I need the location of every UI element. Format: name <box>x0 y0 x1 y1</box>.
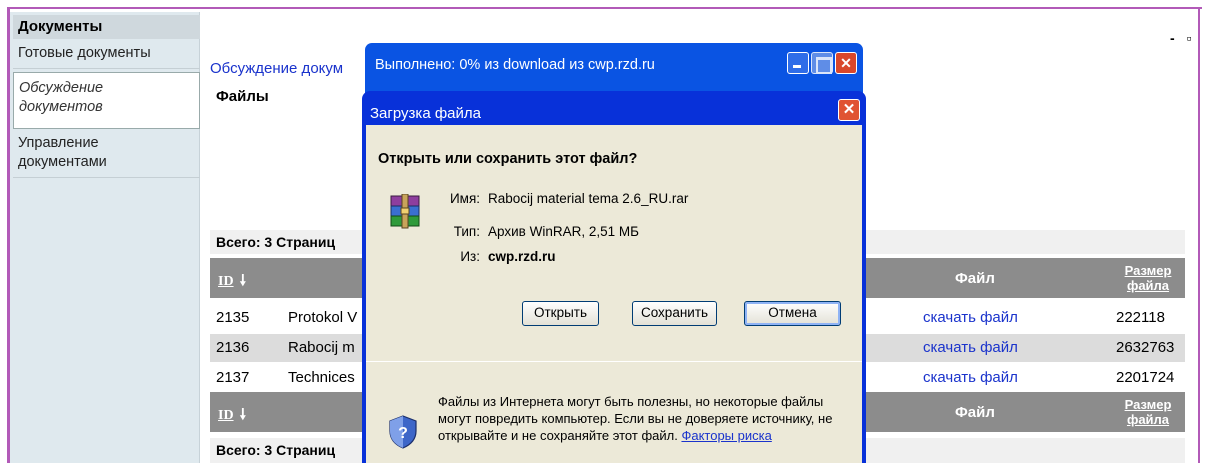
security-shield-icon: ? <box>389 415 417 449</box>
cell-size: 222118 <box>1116 309 1165 326</box>
download-link[interactable]: скачать файл <box>923 334 1018 362</box>
column-id-label: ID <box>218 274 234 289</box>
risk-factors-link[interactable]: Факторы риска <box>681 428 771 443</box>
warning-line: могут повредить компьютер. Если вы не до… <box>438 411 833 426</box>
name-label: Имя: <box>449 191 480 206</box>
sidebar-item-label: документов <box>19 99 103 115</box>
portlet-window-controls[interactable]: - ▫ <box>1170 30 1196 46</box>
warning-line: Файлы из Интернета могут быть полезны, н… <box>438 394 824 409</box>
download-link[interactable]: скачать файл <box>923 364 1018 392</box>
cell-id: 2137 <box>216 369 250 386</box>
type-label: Тип: <box>453 224 480 239</box>
sort-by-size-link[interactable]: Размер файла <box>1113 263 1183 293</box>
close-icon[interactable]: ✕ <box>835 52 857 74</box>
sort-by-size-link[interactable]: Размер файла <box>1113 397 1183 427</box>
column-size-label: файла <box>1126 278 1170 293</box>
maximize-icon <box>811 52 833 74</box>
breadcrumb[interactable]: Обсуждение докум <box>210 60 343 77</box>
column-file-label: Файл <box>955 270 995 287</box>
column-id-label: ID <box>218 408 234 423</box>
sidebar-heading: Документы <box>13 15 200 39</box>
close-icon[interactable]: ✕ <box>838 99 860 121</box>
cancel-button[interactable]: Отмена <box>744 301 841 326</box>
file-download-dialog: Загрузка файла ✕ Открыть или сохранить э… <box>362 91 866 463</box>
column-size-label: файла <box>1126 412 1170 427</box>
sidebar-item-label: Управление <box>18 135 99 151</box>
svg-text:?: ? <box>398 425 408 442</box>
sort-down-arrow-icon: 🠗 <box>239 405 246 423</box>
cell-name[interactable]: Technices <box>288 364 368 392</box>
cell-size: 2632763 <box>1116 339 1175 356</box>
cell-name[interactable]: Rabocij m <box>288 334 368 362</box>
dialog-body: Открыть или сохранить этот файл? Имя: Ra… <box>366 125 862 463</box>
sort-by-id-link[interactable]: ID 🠗 <box>218 404 246 429</box>
dialog-question: Открыть или сохранить этот файл? <box>378 151 638 167</box>
frame-border-top <box>7 7 1202 9</box>
warning-line-text: открывайте и не сохраняйте этот файл. <box>438 428 678 443</box>
open-button[interactable]: Открыть <box>522 301 599 326</box>
frame-border-right <box>1198 7 1200 463</box>
sidebar-item-label: Обсуждение <box>19 80 104 96</box>
cell-size: 2201724 <box>1116 369 1175 386</box>
column-file-label: Файл <box>955 404 995 421</box>
progress-dialog-controls: ✕ <box>785 52 857 74</box>
cell-name[interactable]: Protokol V <box>288 304 368 332</box>
file-type-value: Архив WinRAR, 2,51 МБ <box>488 224 639 239</box>
file-source-value: cwp.rzd.ru <box>488 249 556 264</box>
from-label: Из: <box>460 249 480 264</box>
dialog-title: Загрузка файла <box>370 105 481 122</box>
file-name-value: Rabocij material tema 2.6_RU.rar <box>488 191 689 206</box>
sidebar-item-label: документами <box>18 154 107 170</box>
column-size-label: Размер <box>1124 397 1172 412</box>
browser-page: Документы Готовые документы Обсуждение д… <box>0 0 1209 463</box>
minimize-icon[interactable] <box>787 52 809 74</box>
sidebar: Документы Готовые документы Обсуждение д… <box>10 12 200 463</box>
progress-dialog-title: Выполнено: 0% из download из cwp.rzd.ru <box>375 57 655 73</box>
cell-id: 2136 <box>216 339 250 356</box>
cell-id: 2135 <box>216 309 250 326</box>
column-size-label: Размер <box>1124 263 1172 278</box>
sort-by-id-link[interactable]: ID 🠗 <box>218 270 246 295</box>
sidebar-item-discussion[interactable]: Обсуждение документов <box>13 72 200 129</box>
sort-down-arrow-icon: 🠗 <box>239 271 246 289</box>
divider <box>366 361 862 362</box>
download-link[interactable]: скачать файл <box>923 304 1018 332</box>
sidebar-item-ready-documents[interactable]: Готовые документы <box>13 41 200 69</box>
warning-line: открывайте и не сохраняйте этот файл. Фа… <box>438 427 856 444</box>
sidebar-item-management[interactable]: Управление документами <box>13 132 200 178</box>
security-warning: Файлы из Интернета могут быть полезны, н… <box>438 393 856 444</box>
save-button[interactable]: Сохранить <box>632 301 717 326</box>
page-title: Файлы <box>216 88 269 105</box>
